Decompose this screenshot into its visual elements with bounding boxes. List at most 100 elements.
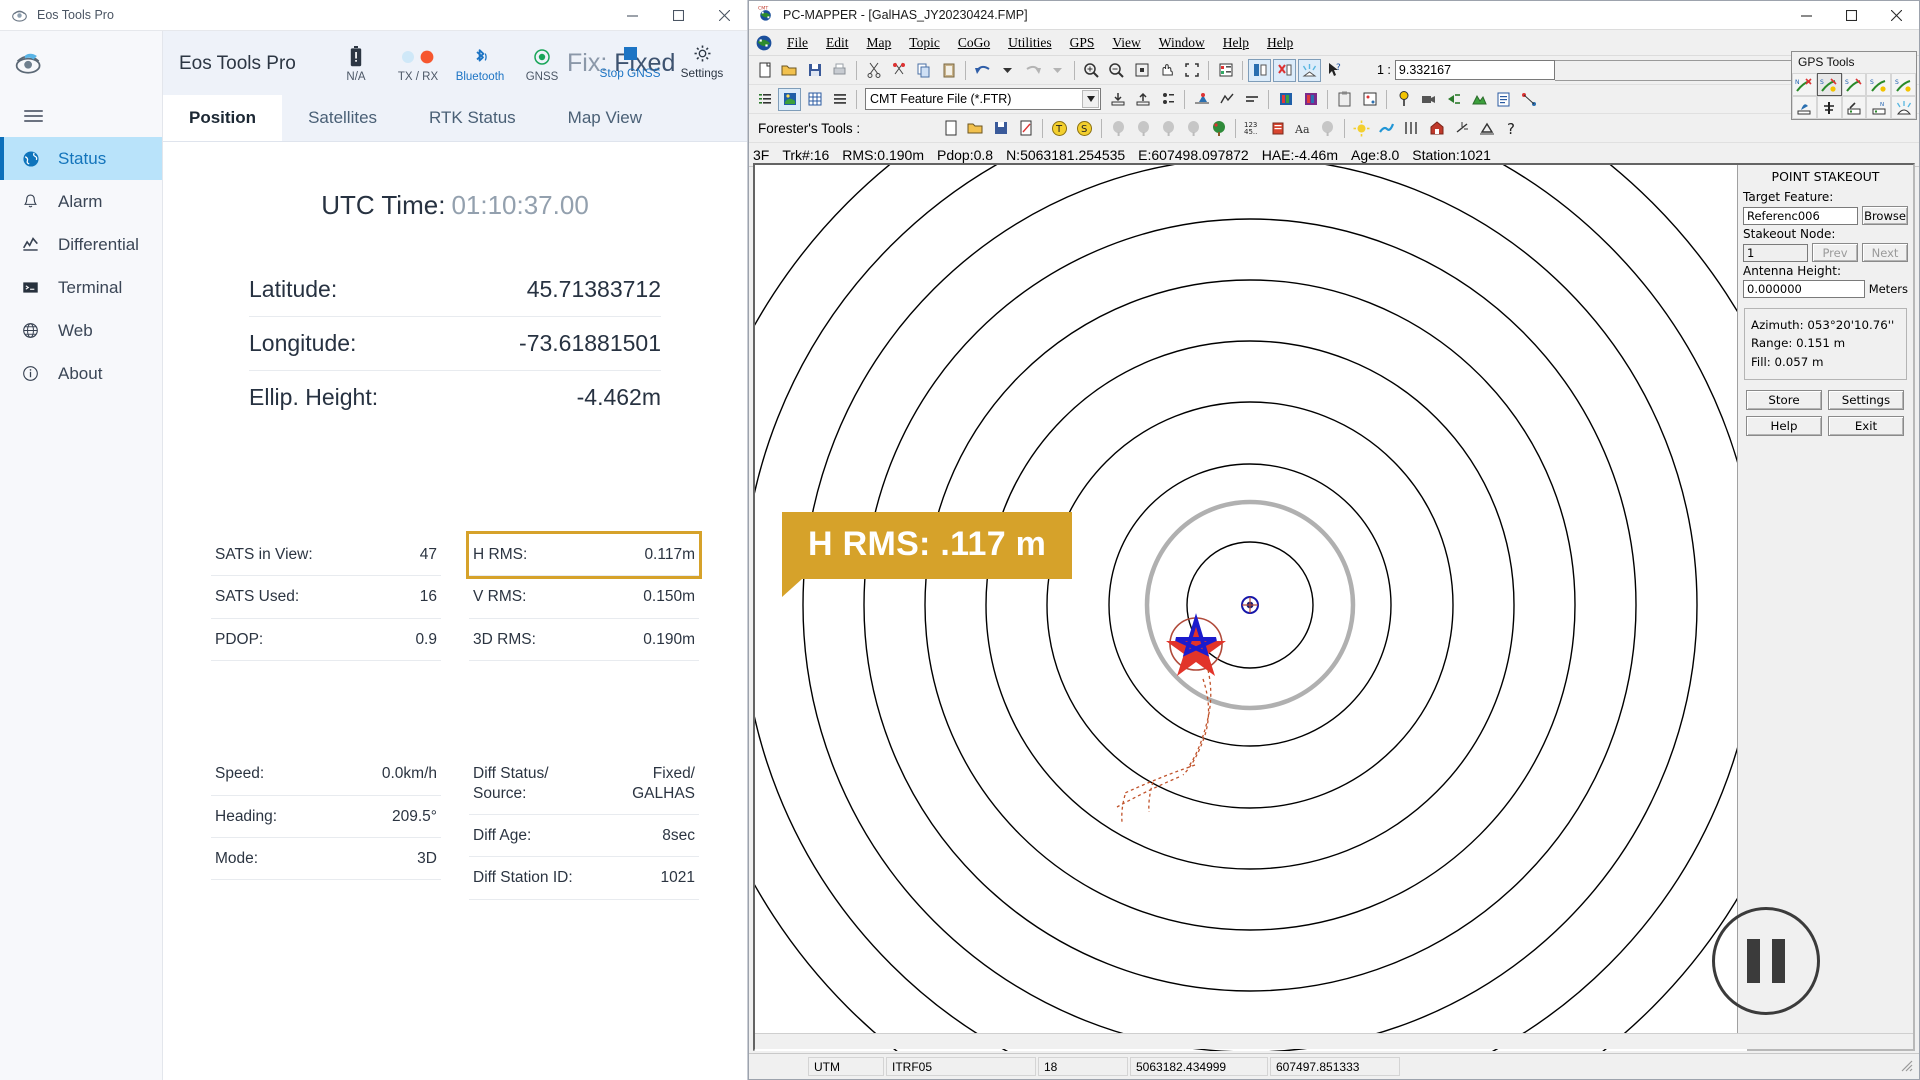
pcm-minimize-button[interactable] — [1784, 1, 1829, 30]
measure-icon[interactable] — [1475, 117, 1498, 140]
pcm-close-button[interactable] — [1874, 1, 1919, 30]
align-icon[interactable] — [1240, 88, 1263, 111]
eos-minimize-button[interactable] — [609, 0, 655, 31]
list-view-icon[interactable] — [753, 88, 776, 111]
terrain-icon[interactable] — [1467, 88, 1490, 111]
sidebar-item-alarm[interactable]: Alarm — [0, 180, 162, 223]
stakeout-node-input[interactable]: 1 — [1743, 243, 1808, 262]
stakeout-exit-button[interactable]: Exit — [1828, 415, 1904, 436]
menu-edit[interactable]: Edit — [817, 33, 858, 53]
zoom-extents-icon[interactable] — [1130, 59, 1153, 82]
zoom-in-icon[interactable] — [1080, 59, 1103, 82]
menu-help[interactable]: Help — [1258, 33, 1302, 53]
tree4-icon[interactable] — [1182, 117, 1205, 140]
sun-icon[interactable] — [1350, 117, 1373, 140]
undo-dropdown-icon[interactable] — [996, 59, 1019, 82]
stop-gnss-button[interactable]: Stop GNSS — [599, 40, 661, 80]
numbering-icon[interactable]: 123 45.. — [1241, 117, 1264, 140]
forester-edit-icon[interactable] — [1014, 117, 1037, 140]
browse-button[interactable]: Browse — [1862, 206, 1908, 225]
point-marker-icon[interactable] — [1392, 88, 1415, 111]
copy-icon[interactable] — [912, 59, 935, 82]
stakeout-help-button[interactable]: Help — [1746, 415, 1822, 436]
save-icon[interactable] — [803, 59, 826, 82]
gps-stakeout-point-icon[interactable]: S — [1816, 73, 1842, 96]
print-icon[interactable] — [828, 59, 851, 82]
gps-node-point-icon[interactable]: N — [1792, 73, 1817, 96]
transect-icon[interactable] — [1400, 117, 1423, 140]
feature-file-select[interactable]: CMT Feature File (*.FTR) — [865, 88, 1101, 110]
eos-maximize-button[interactable] — [655, 0, 701, 31]
tab-satellites[interactable]: Satellites — [282, 95, 403, 141]
tree3-icon[interactable] — [1157, 117, 1180, 140]
gps-base-station-icon[interactable] — [1841, 96, 1867, 119]
help-cursor-icon[interactable]: ? — [1323, 59, 1346, 82]
crosshair-icon[interactable] — [1450, 117, 1473, 140]
eos-close-button[interactable] — [701, 0, 747, 31]
sidebar-item-terminal[interactable]: Terminal — [0, 266, 162, 309]
redo-icon[interactable] — [1021, 59, 1044, 82]
gps-receiver-icon[interactable] — [1792, 96, 1817, 119]
bluetooth-status[interactable]: Bluetooth — [449, 44, 511, 83]
menu-utilities[interactable]: GPS — [1061, 33, 1104, 53]
tree-tally-icon[interactable]: T — [1048, 117, 1071, 140]
menu-file[interactable]: File — [778, 33, 817, 53]
pan-hand-icon[interactable] — [1155, 59, 1178, 82]
gps-stakeout-offset-icon[interactable]: S — [1891, 73, 1916, 96]
stakeout-tool-icon[interactable] — [1190, 88, 1213, 111]
detail-list-icon[interactable] — [828, 88, 851, 111]
building-icon[interactable] — [1425, 117, 1448, 140]
image-layer-icon[interactable] — [1274, 88, 1297, 111]
forester-new-icon[interactable] — [939, 117, 962, 140]
import-icon[interactable] — [1106, 88, 1129, 111]
layers-icon[interactable] — [1214, 59, 1237, 82]
pause-button[interactable] — [1712, 907, 1820, 1015]
prev-button[interactable]: Prev — [1812, 243, 1858, 262]
antenna-height-input[interactable]: 0.000000 — [1743, 280, 1865, 298]
chevron-down-icon[interactable] — [1082, 90, 1099, 108]
open-file-icon[interactable] — [778, 59, 801, 82]
map-canvas[interactable] — [755, 165, 1747, 1051]
target-feature-input[interactable]: Referenc006 — [1743, 206, 1858, 225]
redo-dropdown-icon[interactable] — [1046, 59, 1069, 82]
eos-menu-toggle[interactable] — [0, 95, 162, 137]
species-icon[interactable]: S — [1073, 117, 1096, 140]
gps-disconnect-icon[interactable] — [1273, 58, 1296, 82]
new-file-icon[interactable] — [753, 59, 776, 82]
table-view-icon[interactable] — [803, 88, 826, 111]
store-button[interactable]: Store — [1746, 389, 1822, 410]
tab-map-view[interactable]: Map View — [542, 95, 668, 141]
tree2-icon[interactable] — [1132, 117, 1155, 140]
menu-cogo[interactable]: Utilities — [999, 33, 1061, 53]
menu-gps[interactable]: View — [1103, 33, 1149, 53]
menu-sheet[interactable]: CoGo — [949, 33, 999, 53]
forester-open-icon[interactable] — [964, 117, 987, 140]
map-horizontal-scrollbar[interactable] — [755, 1033, 1913, 1049]
txrx-status[interactable]: TX / RX — [387, 44, 449, 83]
gnss-status[interactable]: GNSS — [511, 44, 573, 83]
menu-map[interactable]: Map — [858, 33, 901, 53]
menu-window[interactable]: Help — [1214, 33, 1258, 53]
gps-stakeout-area-icon[interactable]: S — [1866, 73, 1892, 96]
sidebar-item-web[interactable]: Web — [0, 309, 162, 352]
forester-save-icon[interactable] — [989, 117, 1012, 140]
font-icon[interactable]: Aa — [1291, 117, 1314, 140]
pcm-maximize-button[interactable] — [1829, 1, 1874, 30]
profile-icon[interactable] — [1215, 88, 1238, 111]
sidebar-item-differential[interactable]: Differential — [0, 223, 162, 266]
scale-input[interactable] — [1394, 60, 1555, 80]
gps-satellite-dome-icon[interactable] — [1891, 96, 1916, 119]
gps-connect-icon[interactable] — [1248, 58, 1271, 82]
menu-view[interactable]: Window — [1150, 33, 1214, 53]
attributes-icon[interactable] — [1156, 88, 1179, 111]
stream-icon[interactable] — [1375, 117, 1398, 140]
tree-color-icon[interactable] — [1207, 117, 1230, 140]
paste-icon[interactable] — [937, 59, 960, 82]
gps-stakeout-line-icon[interactable]: S — [1841, 73, 1867, 96]
volume-table-icon[interactable] — [1266, 117, 1289, 140]
image-layer2-icon[interactable] — [1299, 88, 1322, 111]
cut-icon[interactable] — [862, 59, 885, 82]
fit-screen-icon[interactable] — [1180, 59, 1203, 82]
camera-icon[interactable] — [1417, 88, 1440, 111]
zoom-out-icon[interactable] — [1105, 59, 1128, 82]
